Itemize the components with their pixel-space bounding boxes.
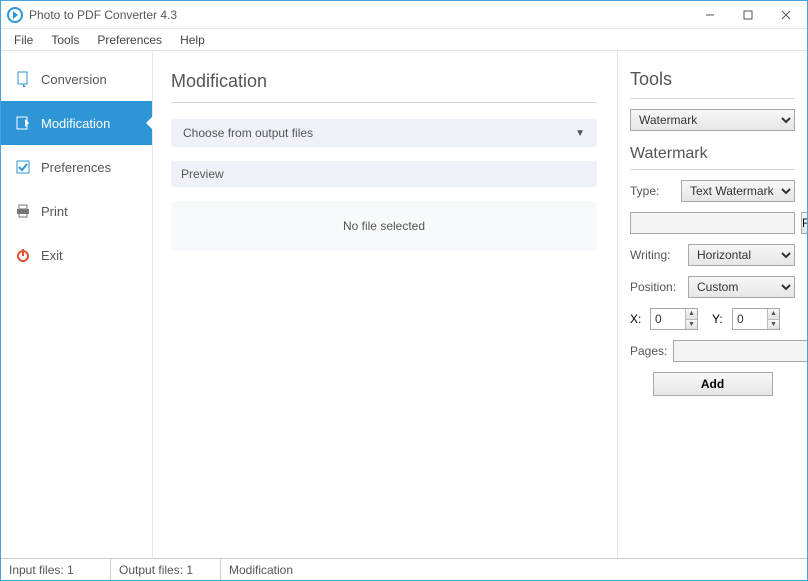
minimize-button[interactable] <box>691 2 729 28</box>
y-spinner[interactable]: ▲▼ <box>767 309 779 329</box>
status-output-files: Output files: 1 <box>111 559 221 580</box>
preview-area: No file selected <box>171 201 597 251</box>
divider <box>630 98 795 99</box>
main-panel: Modification Choose from output files ▼ … <box>153 51 617 558</box>
position-select[interactable]: Custom <box>688 276 795 298</box>
preview-label: Preview <box>181 167 224 181</box>
tools-heading: Tools <box>630 69 795 90</box>
window-title: Photo to PDF Converter 4.3 <box>29 8 691 22</box>
position-label: Position: <box>630 280 682 294</box>
divider <box>171 102 597 103</box>
checkbox-icon <box>15 159 31 175</box>
printer-icon <box>15 203 31 219</box>
preview-header: Preview <box>171 161 597 187</box>
sidebar-item-label: Modification <box>41 116 110 131</box>
font-button[interactable]: Font <box>801 212 807 234</box>
status-section: Modification <box>221 559 807 580</box>
titlebar: Photo to PDF Converter 4.3 <box>1 1 807 29</box>
divider <box>630 169 795 170</box>
writing-select[interactable]: Horizontal <box>688 244 795 266</box>
sidebar-item-print[interactable]: Print <box>1 189 152 233</box>
output-file-selector[interactable]: Choose from output files ▼ <box>171 119 597 147</box>
tool-section-heading: Watermark <box>630 145 795 163</box>
output-file-label: Choose from output files <box>183 126 313 140</box>
writing-label: Writing: <box>630 248 682 262</box>
app-icon <box>7 7 23 23</box>
menu-help[interactable]: Help <box>171 31 214 49</box>
sidebar-item-label: Print <box>41 204 68 219</box>
pages-label: Pages: <box>630 344 667 358</box>
sidebar-item-modification[interactable]: Modification <box>1 101 152 145</box>
type-select[interactable]: Text Watermark <box>681 180 795 202</box>
add-button[interactable]: Add <box>653 372 773 396</box>
edit-icon <box>15 115 31 131</box>
pages-input[interactable] <box>673 340 807 362</box>
chevron-down-icon: ▼ <box>575 128 585 139</box>
sidebar-item-preferences[interactable]: Preferences <box>1 145 152 189</box>
sidebar-item-conversion[interactable]: Conversion <box>1 57 152 101</box>
document-icon <box>15 71 31 87</box>
statusbar: Input files: 1 Output files: 1 Modificat… <box>1 558 807 580</box>
sidebar-item-label: Exit <box>41 248 63 263</box>
tools-panel: Tools Watermark Watermark Type: Text Wat… <box>617 51 807 558</box>
sidebar-item-label: Conversion <box>41 72 107 87</box>
menu-file[interactable]: File <box>5 31 42 49</box>
tool-selector[interactable]: Watermark <box>630 109 795 131</box>
close-button[interactable] <box>767 2 805 28</box>
maximize-button[interactable] <box>729 2 767 28</box>
sidebar-item-label: Preferences <box>41 160 111 175</box>
menu-tools[interactable]: Tools <box>42 31 88 49</box>
x-label: X: <box>630 312 644 326</box>
menubar: File Tools Preferences Help <box>1 29 807 51</box>
main-heading: Modification <box>171 71 597 92</box>
sidebar: Conversion Modification Preferences Prin… <box>1 51 153 558</box>
x-spinner[interactable]: ▲▼ <box>685 309 697 329</box>
sidebar-item-exit[interactable]: Exit <box>1 233 152 277</box>
type-label: Type: <box>630 184 675 198</box>
preview-empty-text: No file selected <box>343 219 425 233</box>
y-label: Y: <box>712 312 726 326</box>
status-input-files: Input files: 1 <box>1 559 111 580</box>
watermark-text-input[interactable] <box>630 212 795 234</box>
menu-preferences[interactable]: Preferences <box>88 31 171 49</box>
power-icon <box>15 247 31 263</box>
